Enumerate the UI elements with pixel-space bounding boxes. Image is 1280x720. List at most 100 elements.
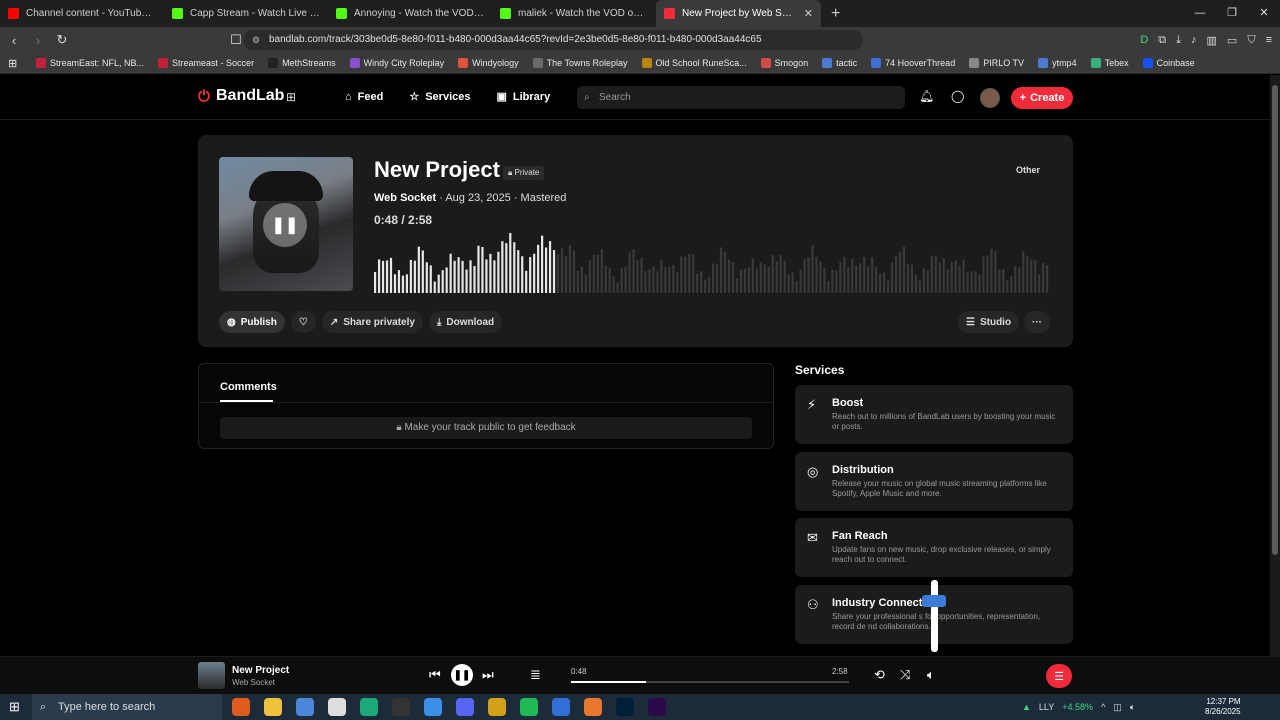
player-progress-bar[interactable] [571, 681, 849, 683]
forward-icon[interactable]: › [28, 33, 48, 48]
volume-icon[interactable]: 🔈︎ [927, 667, 935, 683]
app-icon[interactable] [360, 698, 378, 716]
new-tab-button[interactable]: + [821, 5, 850, 23]
repeat-icon[interactable]: ⟲ [874, 667, 885, 683]
bookmark-item[interactable]: The Towns Roleplay [532, 58, 628, 68]
nav-link-feed[interactable]: ⌂ Feed [345, 90, 383, 103]
tray-chevron-icon[interactable]: ^ [1101, 702, 1105, 712]
browser-tab[interactable]: Capp Stream - Watch Live on Kick [164, 0, 328, 27]
publish-button[interactable]: ◍ Publish [219, 311, 285, 333]
app-icon[interactable] [552, 698, 570, 716]
service-card-boost[interactable]: ⚡︎ Boost Reach out to millions of BandLab … [795, 385, 1073, 444]
discord-icon[interactable] [456, 698, 474, 716]
bookmark-item[interactable]: Tebex [1090, 58, 1129, 68]
bookmark-item[interactable]: PIRLO TV [969, 58, 1024, 68]
shield-icon[interactable]: ⛉ [1247, 34, 1255, 47]
artist-link[interactable]: Web Socket [374, 192, 436, 204]
player-title[interactable]: New Project [232, 665, 289, 676]
apps-menu-icon[interactable]: ⊞ [286, 90, 296, 104]
photoshop-icon[interactable] [616, 698, 634, 716]
app-icon[interactable] [328, 698, 346, 716]
premiere-icon[interactable] [648, 698, 666, 716]
nav-link-library[interactable]: ▣ Library [496, 90, 550, 104]
bookmark-item[interactable]: Windy City Roleplay [349, 58, 444, 68]
like-button[interactable]: ♡ [290, 311, 316, 333]
minimize-icon[interactable]: — [1184, 0, 1216, 27]
player-cover[interactable] [198, 662, 225, 689]
brave-icon[interactable] [232, 698, 250, 716]
next-icon[interactable]: ⏭ [482, 667, 494, 683]
bookmark-item[interactable]: Streameast - Soccer [158, 58, 254, 68]
queue-button[interactable]: ☰ [1046, 664, 1072, 688]
download-icon[interactable]: ⤓ [1176, 34, 1181, 47]
comments-tab[interactable]: Comments [220, 381, 277, 393]
bookmark-item[interactable]: 74 HooverThread [871, 58, 955, 68]
service-card-fan-reach[interactable]: ✉ Fan Reach Update fans on new music, drop… [795, 518, 1073, 577]
bookmark-item[interactable]: Coinbase [1142, 58, 1195, 68]
waveform[interactable] [374, 233, 1050, 293]
genre-tag[interactable]: Other [1016, 165, 1040, 175]
browser-tab[interactable]: maliek - Watch the VOD on Kick [492, 0, 656, 27]
download-button[interactable]: ⤓ Download [428, 311, 503, 333]
browser-tab[interactable]: Annoying - Watch the VOD on Kick [328, 0, 492, 27]
service-card-distribution[interactable]: ◎ Distribution Release your music on globa… [795, 451, 1073, 511]
volume-slider[interactable] [931, 580, 938, 652]
track-cover-art[interactable]: ❚❚ [219, 157, 353, 291]
close-window-icon[interactable]: ✕ [1248, 0, 1280, 27]
wallet-icon[interactable]: ▭ [1227, 34, 1237, 47]
nav-link-services[interactable]: ☆ Services [409, 90, 470, 104]
player-artist[interactable]: Web Socket [232, 678, 275, 687]
restore-icon[interactable]: ❐ [1216, 0, 1248, 27]
bandlab-logo[interactable]: ⏻ BandLab [198, 87, 284, 105]
reload-icon[interactable]: ↻ [52, 32, 72, 48]
studio-button[interactable]: ☰ Studio [958, 311, 1020, 333]
browser-tab[interactable]: New Project by Web Socket | ✕ [656, 0, 821, 27]
app-icon[interactable] [584, 698, 602, 716]
network-icon[interactable]: ◫ [1113, 702, 1122, 713]
bookmark-item[interactable]: StreamEast: NFL, NB... [36, 58, 144, 68]
more-options-button[interactable]: ··· [1024, 311, 1050, 333]
notification-bell-icon[interactable]: 🔔︎ [919, 89, 934, 103]
bookmark-item[interactable]: Windyology [458, 58, 519, 68]
url-field[interactable]: ⚙ bandlab.com/track/303be0d5-8e80-f011-b… [243, 30, 863, 50]
previous-icon[interactable]: ⏮ [429, 667, 441, 683]
scrollbar-thumb[interactable] [1272, 85, 1278, 555]
spotify-icon[interactable] [520, 698, 538, 716]
chrome-icon[interactable] [296, 698, 314, 716]
taskbar-search[interactable]: ⌕ Type here to search [32, 694, 222, 720]
create-button[interactable]: + Create [1011, 87, 1073, 109]
search-input[interactable]: ⌕ Search [577, 86, 905, 109]
puzzle-icon[interactable]: ⧉ [1158, 34, 1166, 47]
browser-tab[interactable]: Channel content - YouTube Studio [0, 0, 164, 27]
extension-icon[interactable]: D [1140, 34, 1148, 46]
bookmark-item[interactable]: Old School RuneSca... [641, 58, 747, 68]
sidebar-icon[interactable]: ▥ [1207, 34, 1217, 47]
app-icon[interactable] [488, 698, 506, 716]
apps-grid-icon[interactable]: ⊞ [8, 57, 17, 70]
pause-button[interactable]: ❚❚ [451, 664, 473, 686]
system-clock[interactable]: 12:37 PM 8/26/2025 [1205, 697, 1241, 717]
music-icon[interactable]: ♪ [1191, 34, 1197, 46]
shuffle-icon[interactable]: ⤨ [900, 667, 910, 683]
app-icon[interactable] [424, 698, 442, 716]
file-explorer-icon[interactable] [264, 698, 282, 716]
windows-start-icon[interactable]: ⊞ [9, 699, 20, 715]
kick-icon[interactable] [392, 698, 410, 716]
cover-pause-icon[interactable]: ❚❚ [263, 203, 307, 247]
back-icon[interactable]: ‹ [4, 33, 24, 48]
user-avatar[interactable] [980, 88, 1000, 108]
volume-slider-knob[interactable] [922, 595, 946, 607]
bookmark-item[interactable]: Smogon [760, 58, 808, 68]
close-tab-icon[interactable]: ✕ [804, 7, 813, 20]
messages-icon[interactable]: ◯ [951, 89, 964, 103]
queue-list-icon[interactable]: ≣ [530, 667, 541, 683]
site-info-icon[interactable]: ⚙ [252, 30, 260, 50]
bookmark-item[interactable]: MethStreams [268, 58, 336, 68]
page-scrollbar[interactable] [1270, 75, 1280, 656]
volume-tray-icon[interactable]: 🔈︎ [1130, 702, 1135, 713]
bookmark-item[interactable]: ytmp4 [1038, 58, 1077, 68]
share-privately-button[interactable]: ↗ Share privately [321, 311, 423, 333]
menu-icon[interactable]: ≡ [1266, 34, 1272, 46]
stock-ticker[interactable]: LLY [1039, 702, 1054, 712]
bookmark-item[interactable]: tactic [822, 58, 857, 68]
